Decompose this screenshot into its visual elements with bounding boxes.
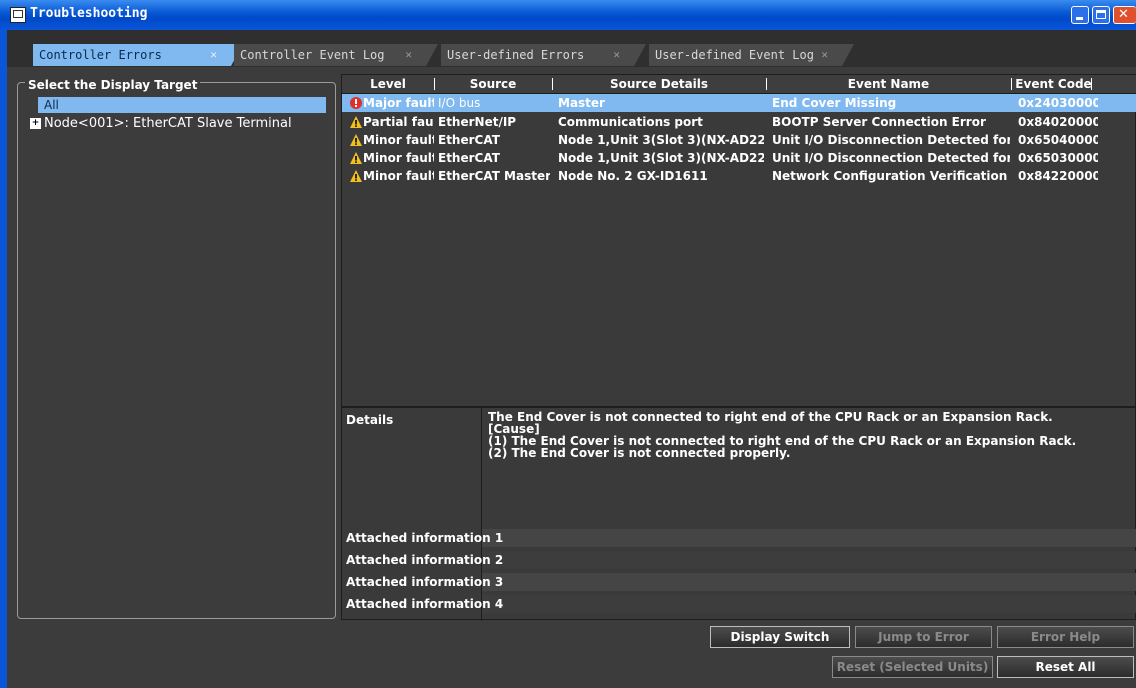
column-header-source[interactable]: Source (434, 75, 552, 93)
attached-info-1-value[interactable] (482, 529, 1136, 547)
troubleshooting-window: Troubleshooting Controller Errors ✕ Cont… (0, 0, 1136, 688)
warning-icon (350, 116, 362, 128)
table-header: Level Source Source Details Event Name E… (342, 75, 1136, 94)
maximize-button[interactable] (1092, 6, 1110, 24)
attached-info-2-label: Attached information 2 (346, 553, 504, 567)
level-cell: Minor fault (350, 131, 434, 149)
tab-controller-errors[interactable]: Controller Errors ✕ (33, 44, 243, 66)
level-text: Partial fault (363, 115, 434, 129)
event-code-cell: 0x84020000 (1018, 115, 1098, 129)
level-cell: Partial fault (350, 113, 434, 131)
tab-controller-event-log[interactable]: Controller Event Log ✕ (234, 44, 438, 66)
level-cell: Major fault (350, 94, 434, 112)
level-text: Minor fault (363, 133, 434, 147)
attached-info-1-label: Attached information 1 (346, 531, 504, 545)
event-name-cell: End Cover Missing (772, 96, 897, 110)
tab-close-icon[interactable]: ✕ (405, 44, 412, 66)
jump-to-error-button[interactable]: Jump to Error (855, 626, 992, 648)
expand-plus-icon[interactable]: + (30, 118, 41, 129)
details-label: Details (346, 413, 394, 427)
display-switch-button[interactable]: Display Switch (710, 626, 850, 648)
tab-label: User-defined Event Log (655, 48, 814, 62)
tab-strip: Controller Errors ✕ Controller Event Log… (7, 30, 1136, 67)
source-cell: EtherCAT Master (438, 169, 550, 183)
column-header-event-name[interactable]: Event Name (766, 75, 1011, 93)
details-line: (2) The End Cover is not connected prope… (488, 446, 791, 460)
tab-user-defined-event-log[interactable]: User-defined Event Log ✕ (649, 44, 854, 66)
event-name-cell: BOOTP Server Connection Error (772, 115, 986, 129)
details-text[interactable]: The End Cover is not connected to right … (488, 411, 1128, 459)
level-cell: Minor fault (350, 167, 434, 185)
error-table: Level Source Source Details Event Name E… (341, 74, 1136, 407)
display-target-panel (17, 82, 336, 619)
event-code-cell: 0x84220000 (1018, 169, 1098, 183)
source-details-cell: Communications port (558, 115, 703, 129)
source-details-cell: Node 1,Unit 3(Slot 3)(NX-AD2208) (558, 151, 764, 165)
table-row[interactable]: Major fault I/O bus Master End Cover Mis… (342, 94, 1136, 112)
warning-icon (350, 152, 362, 164)
tab-label: User-defined Errors (447, 48, 585, 62)
warning-icon (350, 134, 362, 146)
tab-edge (426, 44, 438, 66)
table-row[interactable]: Minor fault EtherCAT Node 1,Unit 3(Slot … (342, 131, 1102, 149)
app-window-icon (10, 7, 26, 23)
tree-item-label: Node<001>: EtherCAT Slave Terminal (44, 116, 292, 131)
attached-info-4-label: Attached information 4 (346, 597, 504, 611)
tab-edge (634, 44, 646, 66)
source-details-cell: Node 1,Unit 3(Slot 3)(NX-AD2208) (558, 133, 764, 147)
attached-info-2-value[interactable] (482, 551, 1136, 569)
table-row[interactable]: Minor fault EtherCAT Node 1,Unit 3(Slot … (342, 149, 1102, 167)
level-text: Major fault (363, 96, 434, 110)
source-details-cell: Node No. 2 GX-ID1611 (558, 169, 708, 183)
level-text: Minor fault (363, 151, 434, 165)
window-frame-left (0, 30, 7, 688)
column-separator (1091, 78, 1092, 90)
column-header-event-code[interactable]: Event Code (1011, 75, 1096, 93)
reset-selected-units-button[interactable]: Reset (Selected Units) (832, 656, 993, 678)
source-cell: EtherNet/IP (438, 115, 517, 129)
source-cell: I/O bus (438, 96, 481, 110)
minimize-button[interactable] (1071, 6, 1089, 24)
tree-item-node-001[interactable]: + Node<001>: EtherCAT Slave Terminal (30, 116, 292, 131)
tab-label: Controller Event Log (240, 48, 385, 62)
source-details-cell: Master (558, 96, 605, 110)
tree-item-all[interactable]: All (38, 97, 326, 113)
warning-icon (350, 170, 362, 182)
tab-label: Controller Errors (39, 48, 162, 62)
close-button[interactable] (1113, 6, 1136, 24)
column-header-level[interactable]: Level (342, 75, 434, 93)
details-line: The End Cover is not connected to right … (488, 410, 1053, 424)
details-panel: Details The End Cover is not connected t… (341, 407, 1136, 621)
level-cell: Minor fault (350, 149, 434, 167)
display-target-label: Select the Display Target (25, 78, 201, 92)
attached-info-3-label: Attached information 3 (346, 575, 504, 589)
event-code-cell: 0x65030000 (1018, 151, 1098, 165)
event-code-cell: 0x24030000 (1018, 96, 1098, 110)
reset-all-button[interactable]: Reset All (997, 656, 1134, 678)
table-row[interactable]: Minor fault EtherCAT Master Node No. 2 G… (342, 167, 1102, 185)
source-cell: EtherCAT (438, 133, 500, 147)
event-name-cell: Unit I/O Disconnection Detected for Ch (772, 133, 1010, 147)
level-text: Minor fault (363, 169, 434, 183)
event-code-cell: 0x65040000 (1018, 133, 1098, 147)
source-cell: EtherCAT (438, 151, 500, 165)
event-name-cell: Network Configuration Verification Error (772, 169, 1010, 183)
attached-info-3-value[interactable] (482, 573, 1136, 591)
window-title: Troubleshooting (30, 6, 148, 21)
major-fault-icon (350, 97, 362, 109)
tab-edge (842, 44, 854, 66)
title-bar[interactable]: Troubleshooting (0, 0, 1136, 30)
tab-close-icon[interactable]: ✕ (613, 44, 620, 66)
table-row[interactable]: Partial fault EtherNet/IP Communications… (342, 113, 1102, 131)
tab-close-icon[interactable]: ✕ (821, 44, 828, 66)
tab-user-defined-errors[interactable]: User-defined Errors ✕ (441, 44, 646, 66)
tab-close-icon[interactable]: ✕ (210, 44, 217, 66)
event-name-cell: Unit I/O Disconnection Detected for Ch (772, 151, 1010, 165)
error-help-button[interactable]: Error Help (997, 626, 1134, 648)
column-header-source-details[interactable]: Source Details (552, 75, 766, 93)
attached-info-4-value[interactable] (482, 595, 1136, 613)
